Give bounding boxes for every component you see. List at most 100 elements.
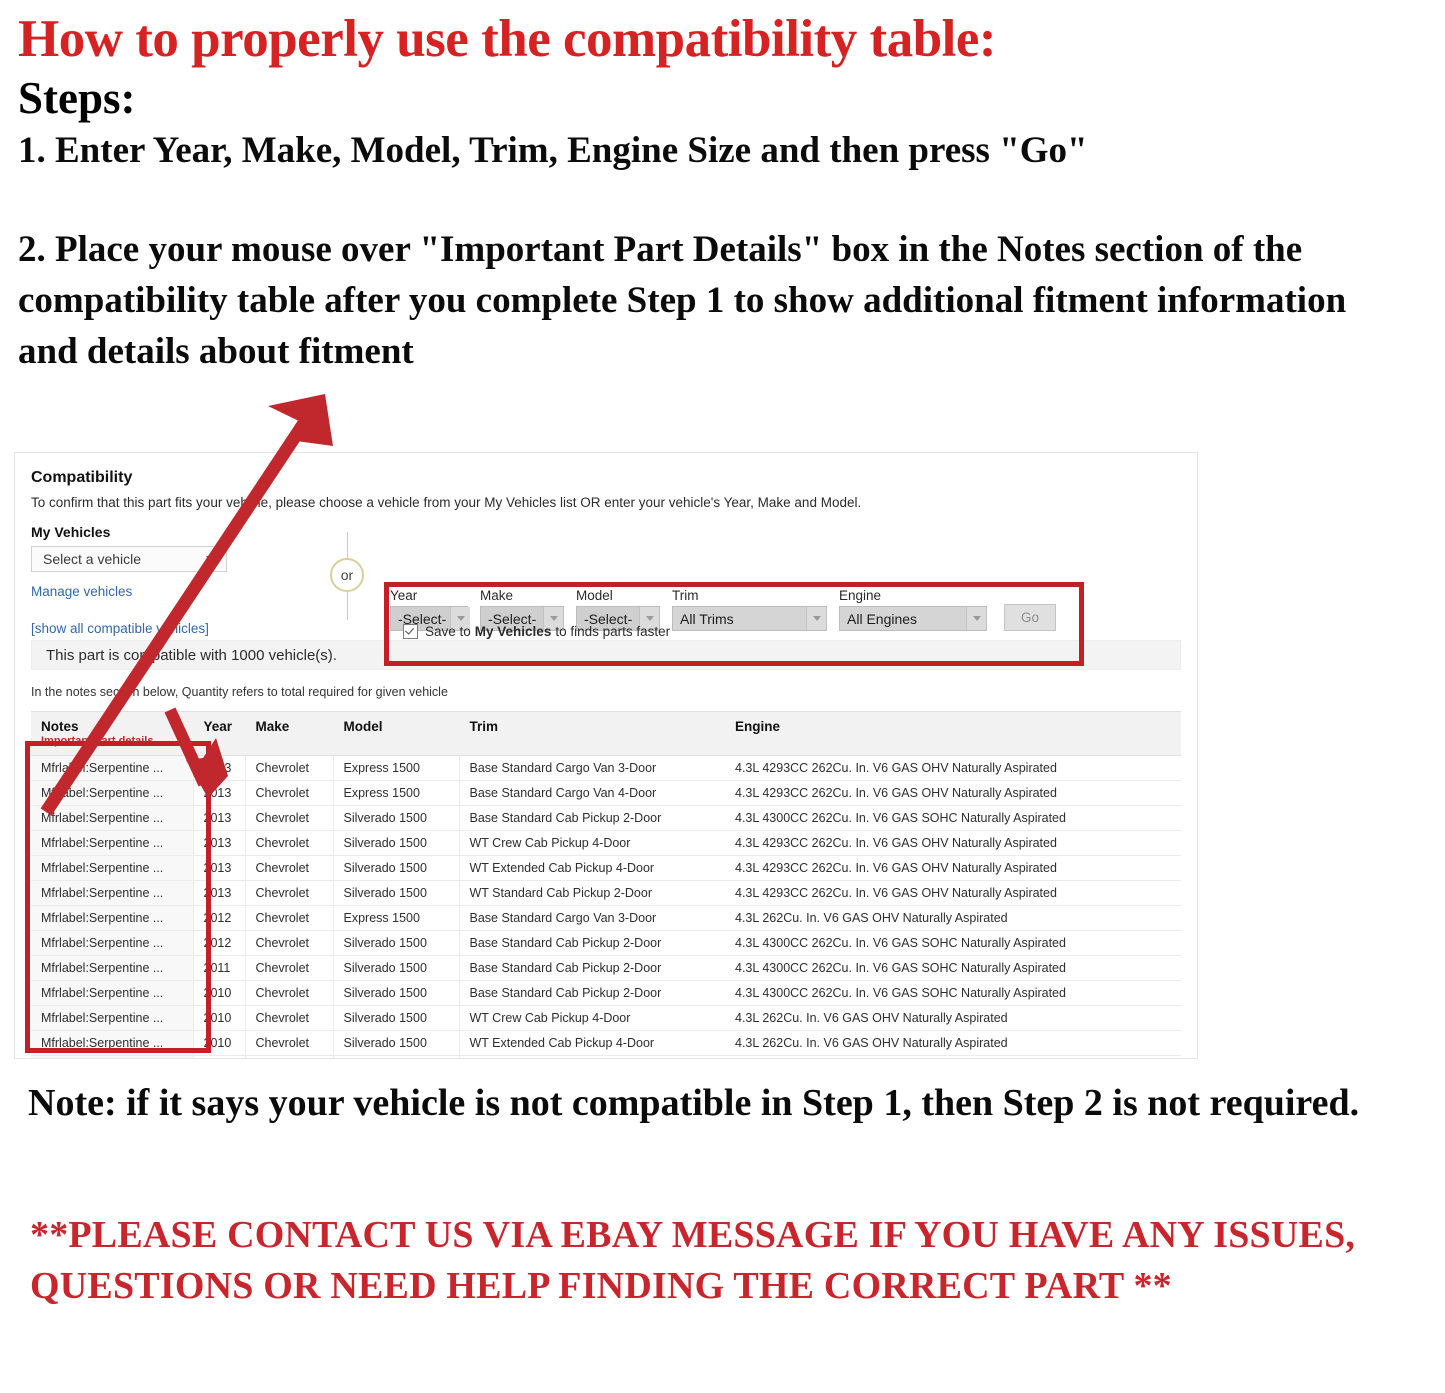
cell-trim: WT Standard Cab Pickup 2-Door	[458, 880, 725, 906]
cell-notes[interactable]: Mfrlabel:Serpentine ...	[31, 880, 193, 906]
cell-year: 2010	[192, 1005, 245, 1031]
instructions-block: How to properly use the compatibility ta…	[18, 10, 1418, 377]
table-row[interactable]: Mfrlabel:Serpentine ...2010ChevroletSilv…	[31, 980, 1181, 1006]
cell-trim: WT Extended Cab Pickup 4-Door	[458, 1030, 725, 1056]
cell-year: 2010	[192, 1030, 245, 1056]
compatibility-heading: Compatibility	[31, 469, 133, 486]
cell-trim: Base Standard Cargo Van 3-Door	[458, 905, 725, 931]
cell-notes[interactable]: Mfrlabel:Serpentine ...	[31, 980, 193, 1006]
cell-make: Chevrolet	[244, 955, 333, 981]
cell-engine: 4.3L 4293CC 262Cu. In. V6 GAS OHV Natura…	[725, 830, 1181, 856]
cell-make: Chevrolet	[244, 980, 333, 1006]
trim-select[interactable]: All Trims	[672, 606, 827, 631]
table-row[interactable]: Mfrlabel:Serpentine ... 2013 Chevrolet Expr…	[31, 755, 1181, 781]
cell-notes[interactable]: Mfrlabel:Serpentine ...	[31, 930, 193, 956]
cell-trim: WT Standard Cab Pickup 2-Door	[458, 1055, 725, 1058]
column-header-engine: Engine	[725, 711, 1181, 756]
cell-notes[interactable]: Mfrlabel:Serpentine ...	[31, 955, 193, 981]
model-label: Model	[576, 588, 613, 603]
table-row[interactable]: Mfrlabel:Serpentine ...2010ChevroletSilv…	[31, 1055, 1181, 1058]
cell-model: Silverado 1500	[332, 855, 459, 881]
table-row[interactable]: Mfrlabel:Serpentine ... 2013 Chevrolet Expr…	[31, 780, 1181, 806]
cell-model: Silverado 1500	[332, 930, 459, 956]
cell-make: Chevrolet	[244, 830, 333, 856]
manage-vehicles-link[interactable]: Manage vehicles	[31, 584, 281, 599]
step-2-text: 2. Place your mouse over "Important Part…	[18, 228, 1347, 372]
cell-model: Silverado 1500	[332, 955, 459, 981]
chevron-down-icon	[206, 555, 218, 563]
cell-notes[interactable]: Mfrlabel:Serpentine ...	[31, 1005, 193, 1031]
table-row[interactable]: Mfrlabel:Serpentine ...2010ChevroletSilv…	[31, 1005, 1181, 1031]
cell-year: 2010	[192, 1055, 245, 1058]
cell-notes[interactable]: Mfrlabel:Serpentine ...	[31, 1030, 193, 1056]
my-vehicles-select[interactable]: Select a vehicle	[31, 546, 227, 572]
cell-make: Chevrolet	[244, 905, 333, 931]
cell-make: Chevrolet	[244, 880, 333, 906]
go-button[interactable]: Go	[1004, 604, 1056, 631]
engine-select[interactable]: All Engines	[839, 606, 987, 631]
my-vehicles-label: My Vehicles	[31, 524, 111, 540]
notes-quantity-hint: In the notes section below, Quantity ref…	[31, 685, 448, 699]
or-divider: or	[318, 532, 378, 620]
cell-make: Chevrolet	[244, 855, 333, 881]
table-header-row: Notes Important part details Year Make M…	[31, 711, 1181, 756]
column-header-year: Year	[192, 711, 245, 756]
cell-make: Chevrolet	[244, 805, 333, 831]
cell-notes[interactable]: Mfrlabel:Serpentine ...	[31, 1055, 193, 1058]
cell-notes[interactable]: Mfrlabel:Serpentine ...	[31, 755, 193, 781]
cell-year: 2010	[192, 980, 245, 1006]
chevron-down-icon	[806, 607, 826, 630]
engine-field-group: Engine All Engines	[839, 588, 987, 631]
page-title: How to properly use the compatibility ta…	[18, 10, 997, 68]
cell-notes[interactable]: Mfrlabel:Serpentine ...	[31, 805, 193, 831]
cell-engine: 4.3L 262Cu. In. V6 GAS OHV Naturally Asp…	[725, 1005, 1181, 1031]
cell-trim: Base Standard Cab Pickup 2-Door	[458, 805, 725, 831]
cell-notes[interactable]: Mfrlabel:Serpentine ...	[31, 855, 193, 881]
vehicle-chooser-row: My Vehicles Select a vehicle Manage vehi…	[31, 524, 1181, 666]
cell-engine: 4.3L 4300CC 262Cu. In. V6 GAS SOHC Natur…	[725, 980, 1181, 1006]
cell-engine: 4.3L 4293CC 262Cu. In. V6 GAS OHV Natura…	[725, 755, 1181, 781]
engine-label: Engine	[839, 588, 882, 603]
cell-notes[interactable]: Mfrlabel:Serpentine ...	[31, 830, 193, 856]
cell-engine: 4.3L 4300CC 262Cu. In. V6 GAS SOHC Natur…	[725, 930, 1181, 956]
column-header-notes: Notes Important part details	[31, 711, 193, 756]
fitment-table-body: Mfrlabel:Serpentine ... 2013 Chevrolet Expr…	[31, 755, 1181, 1058]
table-row[interactable]: Mfrlabel:Serpentine ... 2013 Chevrolet Silv…	[31, 830, 1181, 856]
save-text-before: Save to	[425, 624, 471, 639]
cell-model: Silverado 1500	[332, 1005, 459, 1031]
compatibility-panel: Compatibility To confirm that this part …	[14, 452, 1198, 1059]
cell-engine: 4.3L 4300CC 262Cu. In. V6 GAS SOHC Natur…	[725, 805, 1181, 831]
cell-trim: WT Crew Cab Pickup 4-Door	[458, 1005, 725, 1031]
cell-year: 2011	[192, 955, 245, 981]
cell-year: 2013	[192, 855, 245, 881]
cell-notes[interactable]: Mfrlabel:Serpentine ...	[31, 905, 193, 931]
cell-notes[interactable]: Mfrlabel:Serpentine ...	[31, 780, 193, 806]
table-row[interactable]: Mfrlabel:Serpentine ...2010ChevroletSilv…	[31, 1030, 1181, 1056]
cell-engine: 4.3L 4293CC 262Cu. In. V6 GAS OHV Natura…	[725, 780, 1181, 806]
cell-model: Silverado 1500	[332, 1055, 459, 1058]
cell-trim: Base Standard Cab Pickup 2-Door	[458, 980, 725, 1006]
table-row[interactable]: Mfrlabel:Serpentine ... 2011 Chevrolet Silv…	[31, 955, 1181, 981]
engine-select-value: All Engines	[847, 610, 918, 627]
important-part-details-label: Important part details	[41, 735, 154, 747]
table-row[interactable]: Mfrlabel:Serpentine ... 2012 Chevrolet Expr…	[31, 905, 1181, 931]
cell-year: 2013	[192, 780, 245, 806]
table-row[interactable]: Mfrlabel:Serpentine ... 2013 Chevrolet Silv…	[31, 805, 1181, 831]
cell-make: Chevrolet	[244, 1030, 333, 1056]
cell-model: Express 1500	[332, 755, 459, 781]
cell-trim: WT Extended Cab Pickup 4-Door	[458, 855, 725, 881]
make-label: Make	[480, 588, 514, 603]
cell-year: 2012	[192, 905, 245, 931]
table-row[interactable]: Mfrlabel:Serpentine ... 2013 Chevrolet Silv…	[31, 880, 1181, 906]
cell-trim: Base Standard Cab Pickup 2-Door	[458, 955, 725, 981]
table-row[interactable]: Mfrlabel:Serpentine ... 2013 Chevrolet Silv…	[31, 855, 1181, 881]
cell-model: Silverado 1500	[332, 805, 459, 831]
cell-model: Silverado 1500	[332, 980, 459, 1006]
show-all-compatible-vehicles-link[interactable]: [show all compatible vehicles]	[31, 621, 281, 636]
save-to-my-vehicles-checkbox[interactable]	[403, 624, 418, 639]
cell-engine: 4.3L 4293CC 262Cu. In. V6 GAS OHV Natura…	[725, 855, 1181, 881]
save-to-my-vehicles-row[interactable]: Save to My Vehicles to finds parts faste…	[403, 624, 670, 639]
table-row[interactable]: Mfrlabel:Serpentine ... 2012 Chevrolet Silv…	[31, 930, 1181, 956]
cell-trim: Base Standard Cab Pickup 2-Door	[458, 930, 725, 956]
steps-label: Steps:	[18, 72, 136, 123]
